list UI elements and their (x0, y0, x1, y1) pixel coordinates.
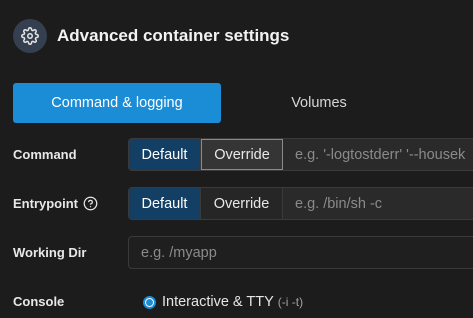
console-option-label: Interactive & TTY (162, 294, 274, 310)
command-override-button[interactable]: Override (201, 139, 283, 170)
console-option-interactive-tty[interactable]: Interactive & TTY (-i -t) (143, 294, 303, 310)
page-title: Advanced container settings (57, 26, 290, 45)
entrypoint-default-button[interactable]: Default (129, 188, 201, 219)
tab-bar: Command & logging Volumes (13, 83, 473, 123)
entrypoint-label: Entrypoint (13, 196, 78, 211)
working-dir-label: Working Dir (13, 245, 87, 260)
command-label: Command (13, 147, 77, 162)
command-mode-group: Default Override e.g. '-logtostderr' '--… (128, 138, 473, 171)
command-default-button[interactable]: Default (129, 139, 201, 170)
working-dir-input[interactable]: e.g. /myapp (128, 236, 473, 269)
console-option-hint: (-i -t) (277, 295, 304, 309)
command-input[interactable]: e.g. '-logtostderr' '--housek (283, 139, 473, 170)
entrypoint-input[interactable]: e.g. /bin/sh -c (283, 188, 473, 219)
tab-volumes[interactable]: Volumes (221, 83, 417, 123)
panel-header: Advanced container settings (13, 19, 289, 53)
tab-command-logging[interactable]: Command & logging (13, 83, 221, 123)
console-label: Console (13, 294, 65, 309)
question-circle-icon[interactable] (83, 196, 98, 211)
gear-icon (13, 19, 47, 53)
radio-button-selected[interactable] (143, 295, 156, 309)
entrypoint-mode-group: Default Override e.g. /bin/sh -c (128, 187, 473, 220)
entrypoint-override-button[interactable]: Override (201, 188, 283, 219)
entrypoint-label-wrap: Entrypoint (13, 195, 98, 212)
